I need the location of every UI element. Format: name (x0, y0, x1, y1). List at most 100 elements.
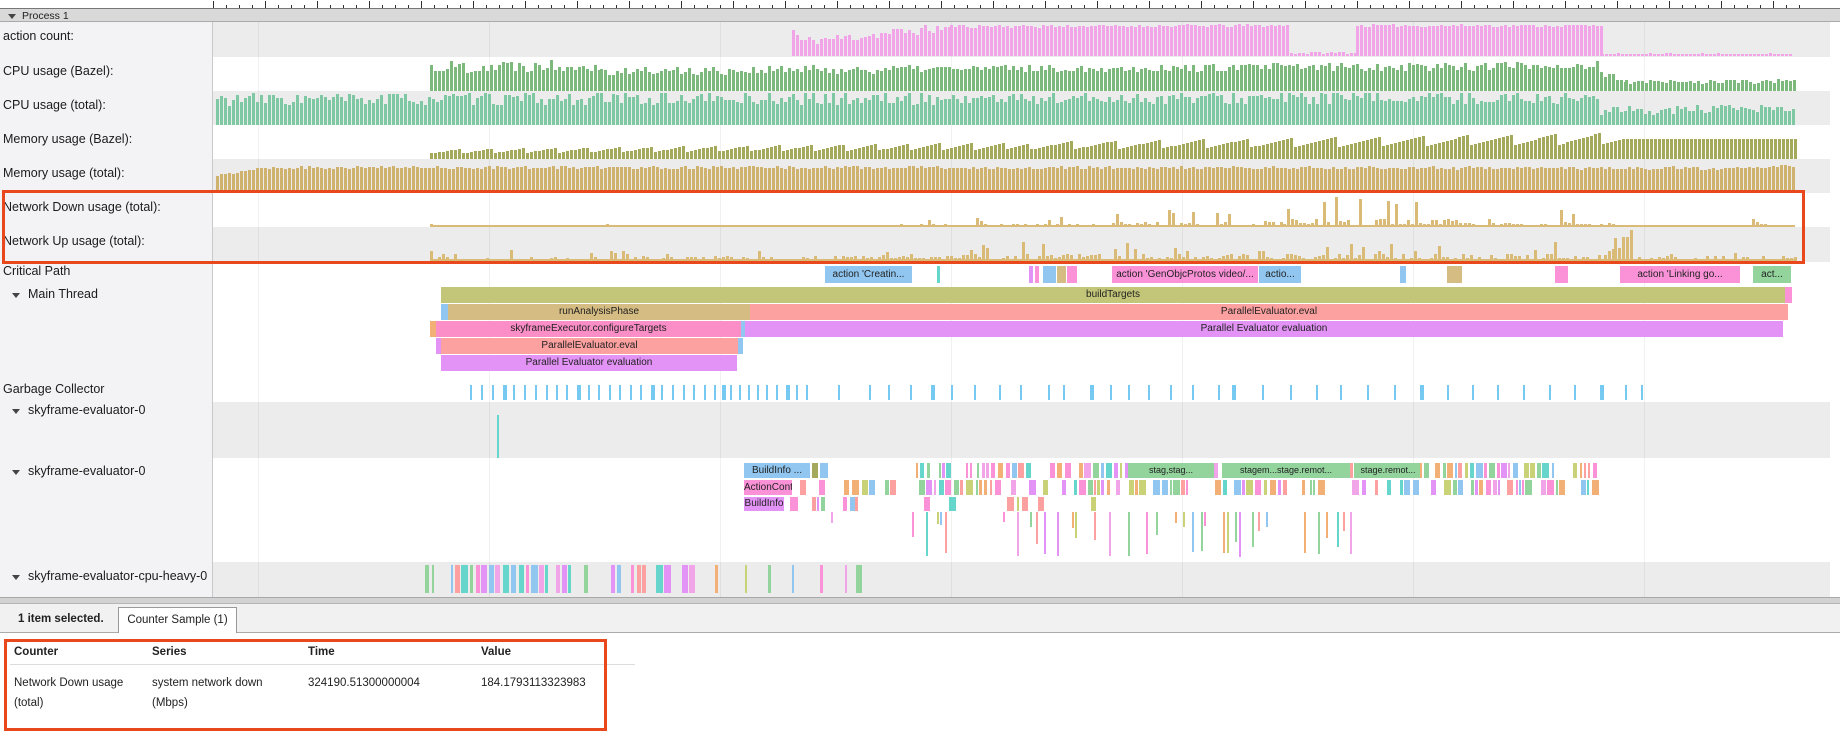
slice-sliver[interactable] (441, 304, 448, 320)
gc-tick[interactable] (1340, 385, 1342, 400)
gc-tick[interactable] (598, 385, 600, 400)
track-label-thread[interactable]: skyframe-evaluator-0 (28, 464, 145, 478)
slice-dense[interactable] (812, 497, 816, 511)
gc-tick[interactable] (838, 385, 840, 400)
gc-tick[interactable] (1110, 385, 1112, 400)
counter-chart-mem_bazel[interactable] (213, 127, 1830, 159)
slice-sliver[interactable] (1785, 287, 1792, 303)
gc-tick[interactable] (492, 385, 494, 400)
slice-dense[interactable] (890, 480, 896, 495)
slice-dense[interactable] (519, 565, 524, 593)
slice-dense[interactable] (1592, 480, 1599, 495)
column-header-time[interactable]: Time (304, 642, 477, 665)
table-row[interactable]: Network Down usage (total)system network… (10, 665, 635, 722)
slice-dense[interactable] (1012, 463, 1017, 478)
gc-tick[interactable] (1549, 385, 1551, 400)
slice-dense[interactable] (1088, 480, 1093, 495)
slice-dense[interactable] (1116, 480, 1120, 495)
slice[interactable]: Parallel Evaluator evaluation (745, 321, 1783, 337)
slice-dense[interactable] (1581, 480, 1586, 495)
slice-dense[interactable] (495, 565, 500, 593)
slice-sliver[interactable] (790, 497, 798, 511)
slice-dense[interactable] (1006, 463, 1010, 478)
gc-tick[interactable] (786, 385, 790, 400)
slice-sliver[interactable] (1029, 266, 1033, 283)
slice-dense[interactable] (1580, 463, 1582, 478)
slice-dense[interactable] (1420, 463, 1422, 478)
slice-dense[interactable] (656, 565, 663, 593)
slice-dense[interactable] (1424, 463, 1429, 478)
gc-tick[interactable] (757, 385, 759, 400)
slice-dense[interactable] (1162, 480, 1168, 495)
gc-tick[interactable] (577, 385, 581, 400)
slice-dense[interactable] (995, 480, 1001, 495)
slice-sliver[interactable] (812, 463, 818, 478)
slice-dense[interactable] (991, 463, 995, 478)
slice-dense[interactable] (1458, 480, 1463, 495)
slice-dense[interactable] (1114, 463, 1118, 478)
slice-dense[interactable] (819, 480, 825, 495)
slice-dense[interactable] (1065, 463, 1071, 478)
slice-dense[interactable] (1444, 480, 1451, 495)
slice[interactable]: ParallelEvaluator.eval (441, 338, 738, 354)
slice-dense[interactable] (939, 463, 941, 478)
gc-tick[interactable] (1600, 385, 1604, 400)
gc-tick[interactable] (796, 385, 798, 400)
slice-dense[interactable] (1508, 463, 1510, 478)
slice-dense[interactable] (954, 480, 959, 495)
gc-tick[interactable] (546, 385, 548, 400)
slice-dense[interactable] (631, 565, 634, 593)
slice-dense[interactable] (927, 463, 930, 478)
gc-tick[interactable] (588, 385, 590, 400)
slice-dense[interactable] (1524, 463, 1529, 478)
slice-dense[interactable] (1525, 480, 1532, 495)
slice-dense[interactable] (531, 565, 538, 593)
gc-tick[interactable] (1316, 385, 1318, 400)
slice[interactable]: action 'Linking go... (1620, 266, 1740, 283)
slice-dense[interactable] (998, 463, 1003, 478)
slice-dense[interactable] (1413, 480, 1419, 495)
slice-dense[interactable] (1443, 463, 1446, 478)
track-label-counter[interactable]: Memory usage (Bazel): (3, 132, 132, 146)
gc-tick[interactable] (1290, 385, 1292, 400)
slice-dense[interactable] (1362, 480, 1366, 495)
panel-divider[interactable] (0, 597, 1840, 604)
slice-dense[interactable] (919, 480, 925, 495)
collapse-triangle-icon[interactable] (12, 470, 20, 475)
process-header[interactable]: Process 1 (0, 8, 1840, 22)
gc-tick[interactable] (1063, 385, 1065, 400)
column-header-series[interactable]: Series (148, 642, 304, 665)
slice-dense[interactable] (1318, 480, 1325, 495)
slice-dense[interactable] (1522, 480, 1524, 495)
slice-dense[interactable] (745, 565, 747, 593)
slice-dense[interactable] (1435, 463, 1440, 478)
slice-dense[interactable] (1074, 480, 1077, 495)
slice-sliver[interactable] (1447, 266, 1462, 283)
slice-dense[interactable] (455, 565, 460, 593)
gc-tick[interactable] (739, 385, 741, 400)
slice-dense[interactable] (432, 565, 434, 593)
slice-dense[interactable] (539, 565, 544, 593)
slice-dense[interactable] (545, 565, 548, 593)
gc-tick[interactable] (630, 385, 632, 400)
slice[interactable]: action 'GenObjcProtos video/... (1112, 266, 1258, 283)
gc-tick[interactable] (1232, 385, 1236, 400)
slice-dense[interactable] (916, 463, 918, 478)
slice-dense[interactable] (845, 565, 847, 593)
gc-tick[interactable] (481, 385, 483, 400)
slice-dense[interactable] (1556, 480, 1558, 495)
slice-dense[interactable] (1018, 463, 1024, 478)
slice-sliver[interactable] (1067, 266, 1077, 283)
gc-tick[interactable] (1497, 385, 1499, 400)
slice-dense[interactable] (1493, 480, 1497, 495)
slice-dense[interactable] (1283, 480, 1287, 495)
slice-dense[interactable] (1513, 463, 1518, 478)
gc-tick[interactable] (619, 385, 621, 400)
slice-dense[interactable] (852, 480, 859, 495)
slice-dense[interactable] (1029, 480, 1036, 495)
gc-tick[interactable] (513, 385, 515, 400)
gc-tick[interactable] (1128, 385, 1130, 400)
slice-dense[interactable] (1101, 463, 1104, 478)
slice[interactable]: actio... (1259, 266, 1301, 283)
slice-dense[interactable] (1094, 480, 1096, 495)
